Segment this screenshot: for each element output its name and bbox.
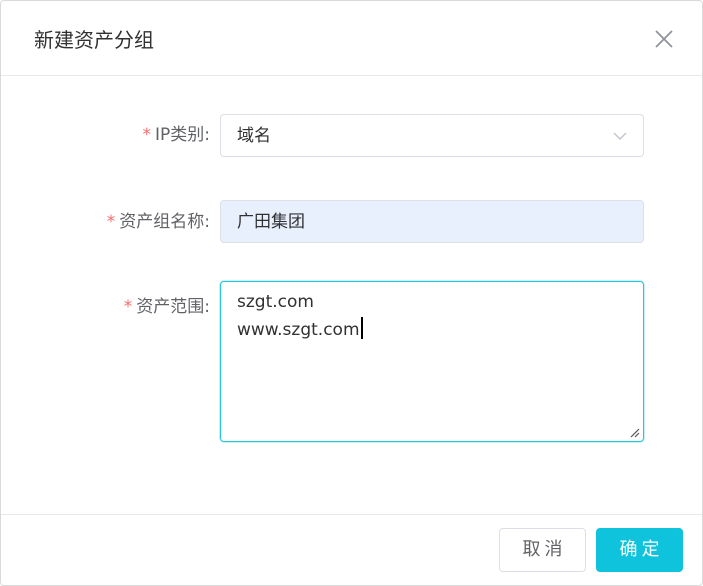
asset-range-label-text: 资产范围:	[136, 297, 210, 317]
group-name-label: * 资产组名称:	[107, 210, 210, 234]
cancel-button[interactable]: 取消	[499, 528, 586, 572]
group-name-value: 广田集团	[237, 212, 305, 232]
ip-type-label: * IP类别:	[143, 123, 211, 147]
text-caret	[360, 317, 363, 339]
required-mark: *	[123, 297, 133, 317]
ip-type-select[interactable]: 域名	[220, 114, 644, 157]
asset-range-line-with-caret: www.szgt.com	[237, 316, 363, 344]
ip-type-value: 域名	[237, 126, 271, 146]
resize-handle-icon[interactable]	[630, 428, 640, 438]
asset-range-line: szgt.com	[237, 292, 314, 312]
dialog-header: 新建资产分组	[1, 1, 702, 76]
group-name-label-text: 资产组名称:	[119, 212, 210, 232]
asset-range-label: * 资产范围:	[124, 295, 210, 319]
confirm-button[interactable]: 确定	[596, 528, 683, 572]
close-icon[interactable]	[654, 29, 674, 49]
asset-range-textarea[interactable]: szgt.com www.szgt.com	[220, 281, 644, 442]
required-mark: *	[106, 212, 116, 232]
group-name-input[interactable]: 广田集团	[220, 200, 644, 243]
required-mark: *	[142, 125, 152, 145]
chevron-down-icon	[613, 132, 627, 140]
asset-range-line: www.szgt.com	[237, 320, 360, 340]
ip-type-label-text: IP类别:	[155, 125, 210, 145]
dialog-title: 新建资产分组	[34, 28, 154, 52]
new-asset-group-dialog: 新建资产分组 * IP类别: 域名 * 资产组名称: 广田集团 * 资产范围: szg…	[0, 0, 703, 586]
dialog-footer: 取消 确定	[1, 514, 702, 586]
